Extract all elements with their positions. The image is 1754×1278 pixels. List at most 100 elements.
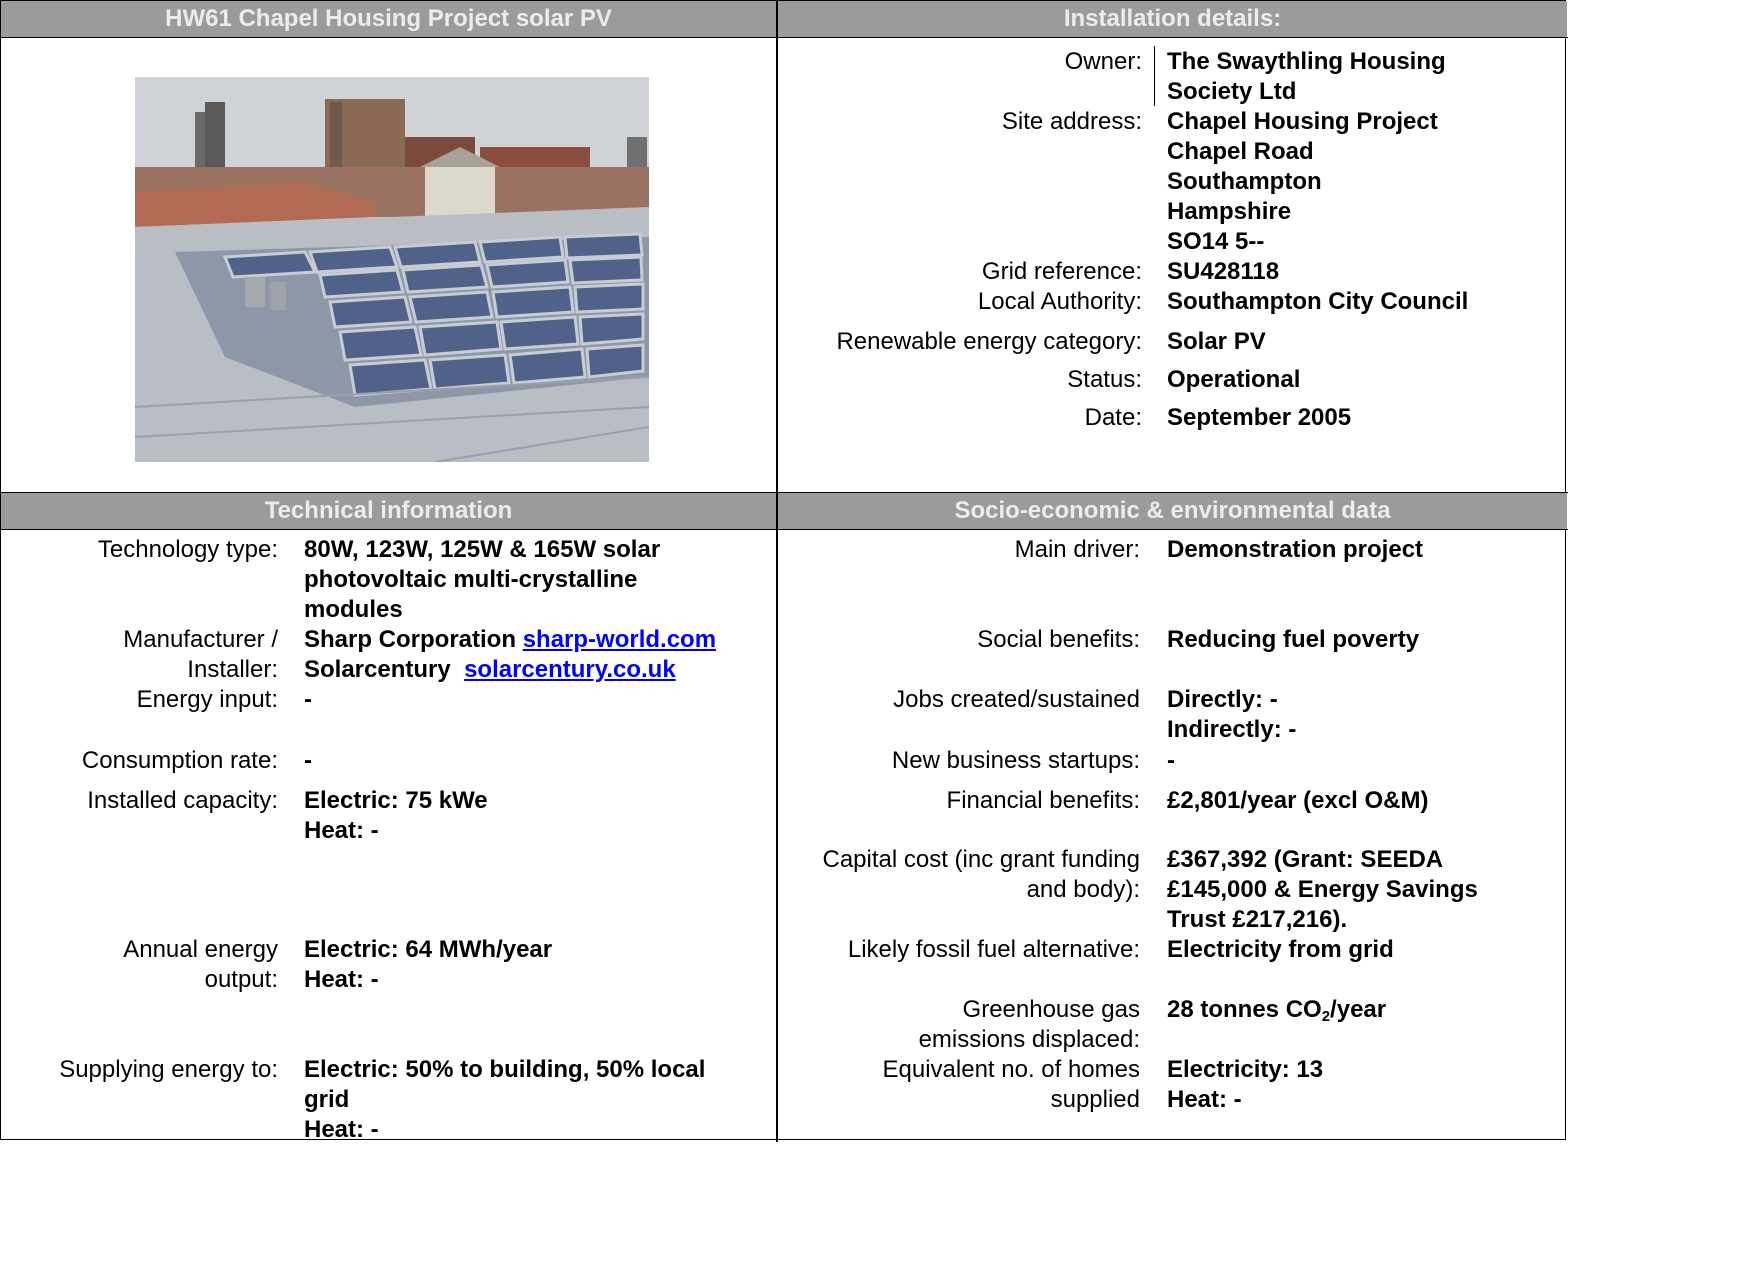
consumption-rate-label: Consumption rate: (81, 747, 278, 774)
label-line: supplied (1050, 1086, 1140, 1113)
financial-label: Financial benefits: (946, 787, 1140, 814)
value-line: Trust £217,216). (1167, 906, 1348, 933)
socio-title: Socio-economic & environmental data (778, 493, 1567, 529)
sharp-link[interactable]: sharp-world.com (523, 626, 716, 653)
energy-input-value: - (304, 686, 312, 713)
value-line: modules (304, 596, 403, 623)
label-line: Annual energy (123, 936, 278, 963)
column-divider (776, 0, 778, 1142)
supplying-label: Supplying energy to: (59, 1056, 278, 1083)
solarcentury-link[interactable]: solarcentury.co.uk (464, 656, 676, 683)
capital-cost-value: £367,392 (Grant: SEEDA £145,000 & Energy… (1167, 845, 1478, 935)
manufacturer-name: Sharp Corporation (304, 626, 517, 653)
installation-label: Local Authority: (977, 288, 1142, 315)
value-line: Electricity: 13 (1167, 1056, 1324, 1083)
section-divider (0, 529, 1568, 530)
value-line: Heat: - (1167, 1086, 1242, 1113)
ghg-subscript: 2 (1321, 1008, 1331, 1025)
annual-output-value: Electric: 64 MWh/year Heat: - (304, 935, 552, 995)
solar-roof-photo (135, 77, 649, 462)
financial-value: £2,801/year (excl O&M) (1167, 787, 1429, 814)
supplying-value: Electric: 50% to building, 50% local gri… (304, 1055, 705, 1145)
installed-capacity-value: Electric: 75 kWe Heat: - (304, 786, 488, 846)
value-line: Southampton (1167, 168, 1322, 195)
header-divider (0, 37, 1568, 38)
ghg-label: Greenhouse gas emissions displaced: (780, 995, 1140, 1055)
owner-separator (1154, 46, 1155, 106)
value-line: Electric: 75 kWe (304, 787, 488, 814)
value-line: SU428118 (1167, 258, 1280, 285)
main-driver-value: Demonstration project (1167, 536, 1424, 563)
value-line: grid (304, 1086, 350, 1113)
jobs-value: Directly: - Indirectly: - (1167, 685, 1296, 745)
value-line: £145,000 & Energy Savings (1167, 876, 1478, 903)
technology-type-label: Technology type: (97, 536, 278, 563)
value-line: Chapel Road (1167, 138, 1314, 165)
value-line: SO14 5-- (1167, 228, 1265, 255)
installed-capacity-label: Installed capacity: (87, 787, 278, 814)
energy-input-label: Energy input: (136, 686, 278, 713)
value-line: photovoltaic multi-crystalline (304, 566, 638, 593)
ghg-unit: /year (1330, 996, 1387, 1023)
homes-label: Equivalent no. of homes supplied (780, 1055, 1141, 1115)
project-title: HW61 Chapel Housing Project solar PV (1, 1, 776, 37)
ghg-value: 28 tonnes CO2/year (1167, 995, 1386, 1032)
fossil-value: Electricity from grid (1167, 936, 1394, 963)
value-line: Heat: - (304, 817, 379, 844)
installation-label: Site address: (1001, 108, 1142, 135)
installation-title: Installation details: (778, 1, 1567, 37)
value-line: Heat: - (304, 1116, 379, 1143)
label-line: emissions displaced: (918, 1026, 1140, 1053)
installation-value: The Swaythling Housing Society Ltd (1167, 47, 1446, 107)
manufacturer-label: Manufacturer / Installer: (0, 625, 278, 685)
installation-value: SU428118 (1167, 257, 1279, 287)
main-driver-label: Main driver: (1014, 536, 1140, 563)
installation-value: Chapel Housing Project Chapel Road Southam… (1167, 107, 1438, 257)
installation-value: September 2005 (1167, 403, 1351, 433)
value-line: Electric: 50% to building, 50% local (304, 1056, 706, 1083)
consumption-rate-value: - (304, 747, 312, 774)
fossil-label: Likely fossil fuel alternative: (847, 936, 1140, 963)
value-line: Hampshire (1167, 198, 1292, 225)
capital-cost-label: Capital cost (inc grant funding and body… (780, 845, 1140, 905)
installation-label: Renewable energy category: (836, 328, 1142, 355)
label-line: Equivalent no. of homes (882, 1056, 1141, 1083)
manufacturer-line: Sharp Corporation sharp-world.com (304, 625, 716, 655)
installation-value: Solar PV (1167, 327, 1266, 357)
value-line: Indirectly: - (1167, 716, 1297, 743)
value-line: September 2005 (1167, 404, 1352, 431)
installation-label: Status: (1067, 366, 1142, 393)
value-line: Directly: - (1167, 686, 1278, 713)
value-line: Solar PV (1167, 328, 1266, 355)
installation-value: Southampton City Council (1167, 287, 1468, 317)
label-line: and body): (1026, 876, 1140, 903)
installer-line: Solarcentury solarcentury.co.uk (304, 655, 716, 685)
annual-output-label: Annual energy output: (0, 935, 278, 995)
social-benefits-value: Reducing fuel poverty (1167, 626, 1420, 653)
value-line: 80W, 123W, 125W & 165W solar (304, 536, 661, 563)
label-line: Manufacturer / (123, 626, 278, 653)
label-line: Installer: (187, 656, 278, 683)
value-line: Society Ltd (1167, 78, 1297, 105)
installer-name: Solarcentury (304, 656, 451, 683)
installation-label: Date: (1084, 404, 1142, 431)
technology-type-value: 80W, 123W, 125W & 165W solar photovoltai… (304, 535, 660, 625)
value-line: Electric: 64 MWh/year (304, 936, 553, 963)
value-line: Heat: - (304, 966, 379, 993)
value-line: Operational (1167, 366, 1301, 393)
homes-value: Electricity: 13 Heat: - (1167, 1055, 1323, 1115)
value-line: The Swaythling Housing (1167, 48, 1446, 75)
installation-label: Grid reference: (981, 258, 1142, 285)
startups-label: New business startups: (891, 747, 1140, 774)
value-line: Southampton City Council (1167, 288, 1469, 315)
manufacturer-value: Sharp Corporation sharp-world.com Solarc… (304, 625, 716, 685)
startups-value: - (1167, 747, 1175, 774)
installation-value: Operational (1167, 365, 1300, 395)
label-line: output: (204, 966, 278, 993)
label-line: Capital cost (inc grant funding (822, 846, 1140, 873)
ghg-amount: 28 tonnes CO (1167, 996, 1322, 1023)
value-line: Chapel Housing Project (1167, 108, 1438, 135)
label-line: Greenhouse gas (962, 996, 1140, 1023)
social-benefits-label: Social benefits: (977, 626, 1140, 653)
installation-label: Owner: (1064, 48, 1142, 75)
